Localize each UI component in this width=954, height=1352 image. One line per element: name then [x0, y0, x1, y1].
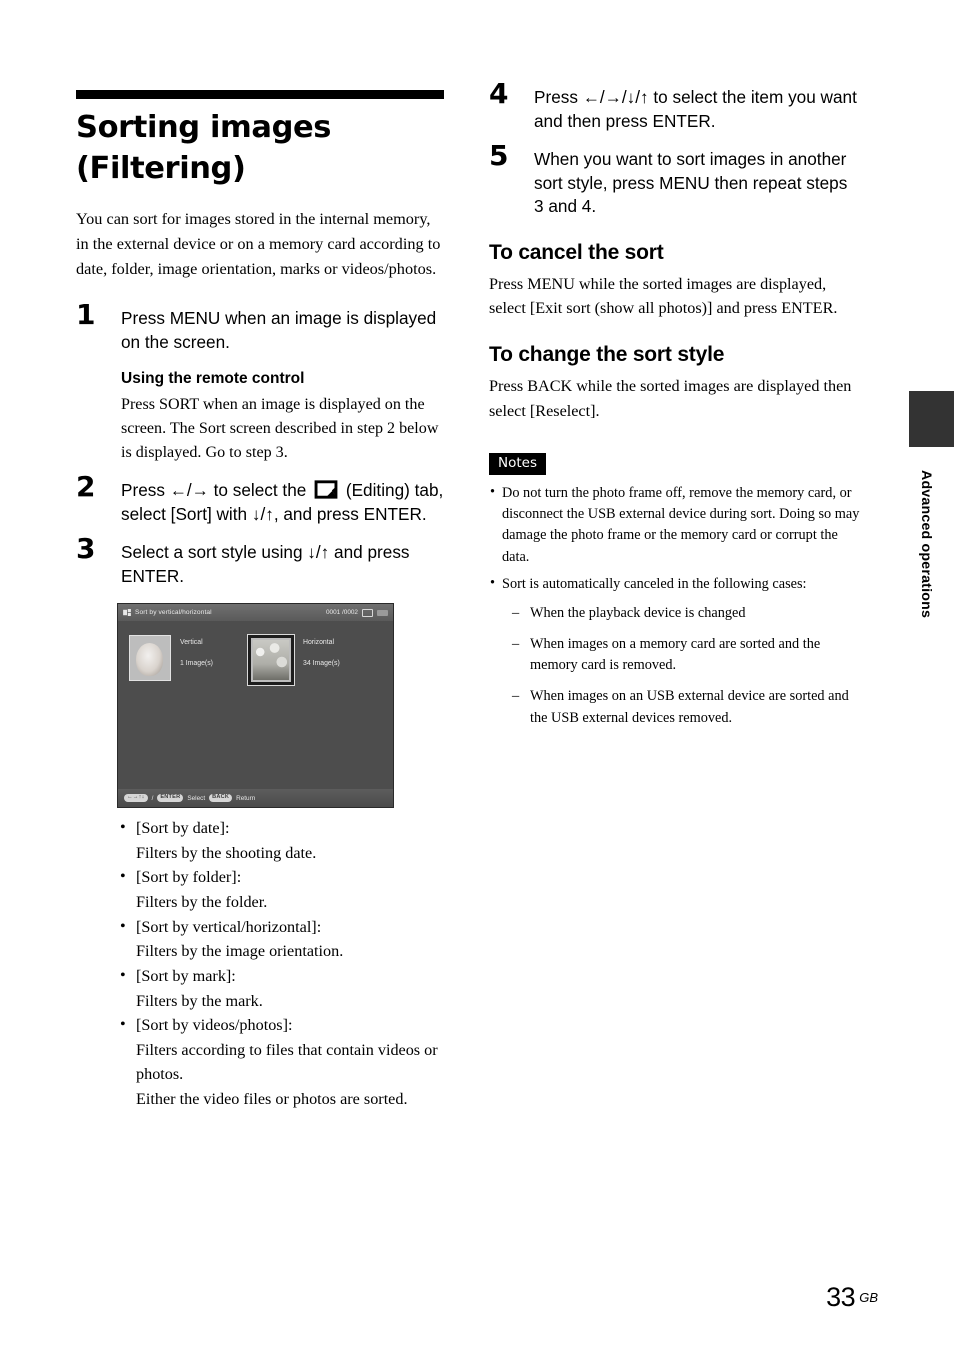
sort-style-name: [Sort by vertical/horizontal]: [136, 917, 322, 936]
back-action-label: Return [236, 794, 256, 802]
page-number: 33 [826, 1282, 856, 1312]
remote-control-heading: Using the remote control [121, 369, 305, 387]
change-sort-style-body: Press BACK while the sorted images are d… [489, 377, 852, 420]
page-folio: 33 GB [0, 1282, 878, 1313]
page-title: Sorting images (Filtering) [76, 108, 444, 189]
step-4-text: Press ←/→/↓/↑ to select the item you wan… [534, 87, 857, 131]
list-item: [Sort by vertical/horizontal]: Filters b… [118, 914, 444, 964]
list-item: [Sort by date]: Filters by the shooting … [118, 815, 444, 865]
screenshot-title: Sort by vertical/horizontal [135, 609, 212, 617]
list-item: [Sort by mark]: Filters by the mark. [118, 963, 444, 1013]
step-3-number: 3 [76, 532, 96, 566]
sort-option-vertical-text: Vertical 1 Image(s) [180, 635, 213, 668]
step-1-number: 1 [76, 298, 96, 332]
remote-control-body: Press SORT when an image is displayed on… [121, 395, 439, 461]
screenshot-footer-bar: ←→↑↓ / ENTER Select BACK Return [118, 789, 393, 808]
sort-styles-list: [Sort by date]: Filters by the shooting … [118, 815, 444, 1112]
list-item: When images on an USB external device ar… [512, 686, 861, 728]
battery-icon [377, 609, 388, 616]
step-2-number: 2 [76, 469, 96, 503]
title-rule [76, 90, 444, 99]
page-region-code: GB [859, 1290, 878, 1305]
list-item: [Sort by folder]: Filters by the folder. [118, 864, 444, 914]
footer-separator: / [151, 794, 154, 802]
manual-page: Sorting images (Filtering) You can sort … [0, 0, 954, 1352]
step-1-text: Press MENU when an image is displayed on… [121, 308, 437, 352]
sort-option-horizontal[interactable]: Horizontal 34 Image(s) [248, 635, 340, 686]
memory-card-icon [362, 608, 373, 617]
sort-style-desc-2: Either the video files or photos are sor… [136, 1090, 408, 1109]
step-4-number: 4 [489, 77, 509, 110]
sort-style-name: [Sort by mark]: [136, 966, 236, 985]
cancel-sort-body: Press MENU while the sorted images are d… [489, 274, 838, 318]
cancel-sort-heading: To cancel the sort [489, 240, 664, 264]
sort-option-vertical-label: Vertical [180, 639, 203, 647]
device-screenshot: Sort by vertical/horizontal 0001 /0002 V… [117, 603, 394, 809]
list-item: Sort is automatically canceled in the fo… [489, 573, 861, 729]
dpad-key: ←→↑↓ [124, 794, 148, 803]
step-5-text: When you want to sort images in another … [534, 149, 848, 217]
step-2-text-before: Press ←/→ to select the [121, 479, 312, 500]
right-column: 4 Press ←/→/↓/↑ to select the item you w… [489, 80, 861, 739]
back-key: BACK [209, 794, 233, 803]
chapter-tab-marker [909, 391, 954, 447]
change-sort-style-heading: To change the sort style [489, 343, 725, 367]
enter-key: ENTER [157, 794, 184, 803]
device-screenshot-figure: Sort by vertical/horizontal 0001 /0002 V… [117, 603, 444, 809]
list-item: [Sort by videos/photos]: Filters accordi… [118, 1012, 444, 1112]
notes-sub-list: When the playback device is changed When… [512, 603, 861, 729]
list-item: Do not turn the photo frame off, remove … [489, 482, 861, 568]
list-item: When images on a memory card are sorted … [512, 634, 861, 676]
step-5-number: 5 [489, 139, 509, 173]
left-column: Sorting images (Filtering) You can sort … [76, 90, 444, 1112]
sort-option-horizontal-label: Horizontal [303, 639, 335, 647]
intro-paragraph: You can sort for images stored in the in… [76, 209, 441, 278]
notes-list: Do not turn the photo frame off, remove … [489, 482, 861, 729]
sort-style-name: [Sort by folder]: [136, 868, 242, 887]
sort-style-name: [Sort by videos/photos]: [136, 1016, 293, 1035]
list-item: When the playback device is changed [512, 603, 861, 624]
page-title-line2: (Filtering) [76, 150, 246, 186]
thumbnail-vertical [129, 635, 171, 682]
step-3-text: Select a sort style using ↓/↑ and press … [121, 542, 410, 586]
sort-style-desc: Filters according to files that contain … [136, 1040, 438, 1084]
screenshot-counter: 0001 /0002 [326, 609, 358, 617]
sort-style-name: [Sort by date]: [136, 819, 230, 838]
step-2: 2 Press ←/→ to select the (Editing) tab,… [76, 472, 444, 526]
step-4: 4 Press ←/→/↓/↑ to select the item you w… [489, 80, 861, 133]
screenshot-body: Vertical 1 Image(s) Horizontal 34 Image(… [118, 621, 393, 790]
remote-control-block: Using the remote control Press SORT when… [76, 370, 444, 465]
sort-option-vertical-count: 1 Image(s) [180, 660, 213, 668]
sort-option-horizontal-text: Horizontal 34 Image(s) [303, 635, 340, 668]
enter-action-label: Select [187, 794, 206, 802]
note-text: Sort is automatically canceled in the fo… [502, 575, 807, 592]
sort-style-desc: Filters by the shooting date. [136, 843, 317, 862]
editing-tab-icon [314, 480, 338, 499]
step-3: 3 Select a sort style using ↓/↑ and pres… [76, 535, 444, 588]
thumbnail-horizontal [248, 635, 294, 686]
sort-style-desc: Filters by the image orientation. [136, 942, 344, 961]
screenshot-status-area: 0001 /0002 [326, 608, 388, 617]
screenshot-header-bar: Sort by vertical/horizontal 0001 /0002 [118, 604, 393, 622]
page-title-line1: Sorting images [76, 110, 332, 145]
chapter-tab-label: Advanced operations [918, 470, 934, 619]
step-2-text: Press ←/→ to select the (Editing) tab, s… [121, 479, 444, 526]
step-5: 5 When you want to sort images in anothe… [489, 142, 861, 219]
sort-option-vertical[interactable]: Vertical 1 Image(s) [129, 635, 213, 682]
step-1: 1 Press MENU when an image is displayed … [76, 301, 444, 354]
sort-mode-icon [123, 609, 131, 617]
sort-option-horizontal-count: 34 Image(s) [303, 660, 340, 668]
sort-style-desc: Filters by the folder. [136, 893, 268, 912]
sort-style-desc: Filters by the mark. [136, 991, 263, 1010]
notes-badge: Notes [489, 453, 546, 476]
